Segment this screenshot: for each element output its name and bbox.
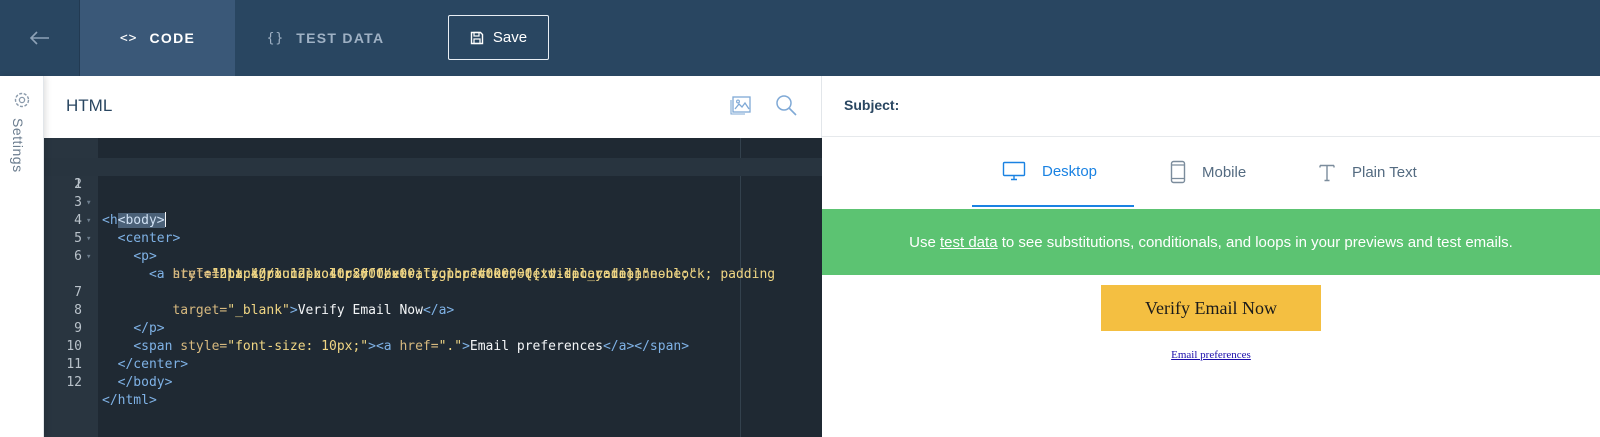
tab-test-data-label: TEST DATA	[296, 30, 385, 46]
tab-test-data[interactable]: {} TEST DATA	[235, 0, 416, 76]
code-line: :12px 40px 12px 40px; text-align:center;…	[203, 267, 697, 282]
test-data-link[interactable]: test data	[940, 234, 998, 251]
code-icon: <>	[119, 30, 138, 46]
code-line: 2 ▾ <body>	[44, 158, 822, 228]
verify-email-button[interactable]: Verify Email Now	[1101, 285, 1321, 331]
code-line: 6 style="background-color:#ffbe00; color…	[44, 230, 822, 282]
test-data-banner: Use test data to see substitutions, cond…	[822, 209, 1600, 275]
floppy-disk-icon	[470, 31, 484, 44]
tab-plain-text[interactable]: Plain Text	[1318, 137, 1417, 207]
image-icon	[730, 96, 751, 115]
mobile-icon	[1170, 160, 1186, 184]
tab-mobile[interactable]: Mobile	[1170, 137, 1246, 207]
email-preferences-link-text[interactable]: Email preferences	[1171, 349, 1251, 361]
tab-plain-text-label: Plain Text	[1352, 163, 1417, 181]
top-bar: <> CODE {} TEST DATA Save	[0, 0, 1600, 76]
arrow-left-icon	[29, 31, 49, 45]
gear-icon	[14, 92, 30, 108]
banner-prefix: Use	[909, 233, 940, 251]
subject-label: Subject:	[844, 97, 900, 113]
tab-code[interactable]: <> CODE	[80, 0, 235, 76]
tab-code-label: CODE	[149, 30, 196, 46]
settings-label: Settings	[10, 118, 26, 173]
code-line: 3 ▾ <center>	[44, 176, 822, 246]
settings-rail[interactable]: Settings	[0, 76, 44, 437]
search-button[interactable]	[774, 93, 798, 122]
desktop-icon	[1002, 161, 1026, 181]
code-line: 5 ▾ <a href="http://localhost:8000/verif…	[44, 212, 822, 282]
line-number: 12	[66, 375, 82, 390]
tab-desktop-label: Desktop	[1042, 162, 1098, 180]
code-line: 11 </body>	[44, 338, 822, 390]
code-line: 9 <span style="font-size: 10px;"><a href…	[44, 302, 822, 354]
save-button[interactable]: Save	[448, 15, 549, 60]
code-editor[interactable]: i 1 ▾ <html> 2 ▾ <body> 3 ▾ <center> 4 ▾…	[44, 138, 822, 437]
tab-desktop[interactable]: Desktop	[972, 137, 1134, 207]
code-line: 10 </center>	[44, 320, 822, 372]
preview-tabs: Desktop Mobile Plain Text	[822, 137, 1600, 207]
code-line: 7 target="_blank">Verify Email Now</a>	[44, 266, 822, 318]
insert-image-button[interactable]	[730, 94, 752, 121]
back-button[interactable]	[0, 0, 80, 76]
search-icon	[776, 95, 797, 116]
subject-bar: Subject:	[822, 76, 1600, 137]
banner-suffix: to see substitutions, conditionals, and …	[997, 233, 1513, 251]
code-line: 8 </p>	[44, 284, 822, 336]
email-preferences-link: Email preferences	[822, 349, 1600, 361]
braces-icon: {}	[266, 30, 285, 46]
code-line: i 1 ▾ <html>	[44, 140, 822, 228]
code-line: 4 ▾ <p>	[44, 194, 822, 264]
preview-pane: Subject: Desktop Mobile Plain Text Use t…	[822, 76, 1600, 437]
save-button-label: Save	[492, 29, 528, 46]
editor-header: HTML	[44, 76, 822, 138]
tab-mobile-label: Mobile	[1202, 163, 1247, 181]
editor-title: HTML	[66, 96, 113, 115]
code-line: 12 </html>	[44, 356, 822, 408]
text-icon	[1319, 164, 1335, 182]
